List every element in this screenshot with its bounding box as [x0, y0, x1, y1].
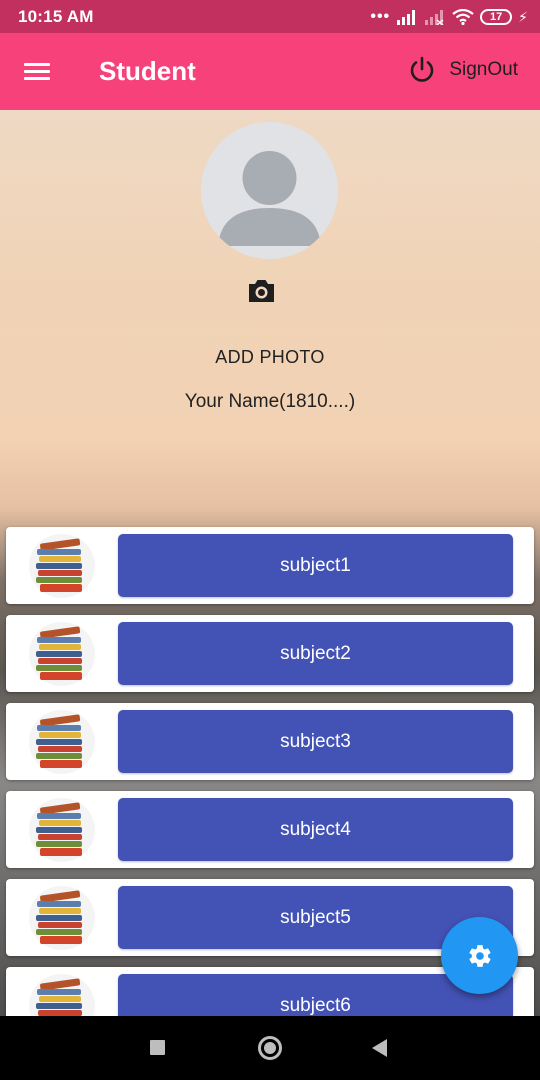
status-bar: 10:15 AM ••• 17 ⚡: [0, 0, 540, 33]
back-icon[interactable]: [372, 1039, 387, 1057]
subject-button[interactable]: subject2: [118, 622, 513, 685]
status-time: 10:15 AM: [18, 7, 94, 26]
power-icon: [411, 56, 434, 82]
signal-icon: [397, 10, 416, 25]
subject-card: subject3: [6, 703, 534, 780]
subject-card: subject1: [6, 527, 534, 604]
signal-weak-icon: [425, 10, 444, 25]
settings-gear-icon: [468, 944, 491, 967]
recent-apps-icon[interactable]: [150, 1040, 165, 1055]
hamburger-menu-icon[interactable]: [24, 59, 52, 83]
books-icon: [29, 534, 95, 598]
signout-label: SignOut: [449, 59, 518, 80]
subject-button[interactable]: subject3: [118, 710, 513, 773]
add-photo-label[interactable]: ADD PHOTO: [0, 347, 540, 368]
user-name: Your Name(1810....): [184, 391, 356, 412]
settings-fab[interactable]: [441, 917, 518, 994]
avatar[interactable]: [201, 122, 338, 259]
camera-icon[interactable]: [247, 278, 276, 304]
status-icons: ••• 17 ⚡: [370, 6, 528, 28]
books-icon: [29, 710, 95, 774]
books-icon: [29, 798, 95, 862]
app-bar: Student SignOut: [0, 33, 540, 110]
books-icon: [29, 886, 95, 950]
system-nav-bar: [0, 1016, 540, 1080]
home-icon[interactable]: [258, 1036, 282, 1060]
wifi-icon: [452, 9, 474, 25]
subject-card: subject4: [6, 791, 534, 868]
books-icon: [29, 622, 95, 686]
signout-button[interactable]: SignOut: [407, 55, 518, 85]
signal-dots: •••: [370, 8, 391, 25]
battery-icon: 17: [480, 9, 513, 25]
subject-button[interactable]: subject1: [118, 534, 513, 597]
page-title: Student: [99, 56, 196, 86]
person-placeholder-icon: [201, 122, 338, 259]
charging-icon: ⚡: [518, 8, 528, 25]
subject-button[interactable]: subject4: [118, 798, 513, 861]
subject-card: subject2: [6, 615, 534, 692]
